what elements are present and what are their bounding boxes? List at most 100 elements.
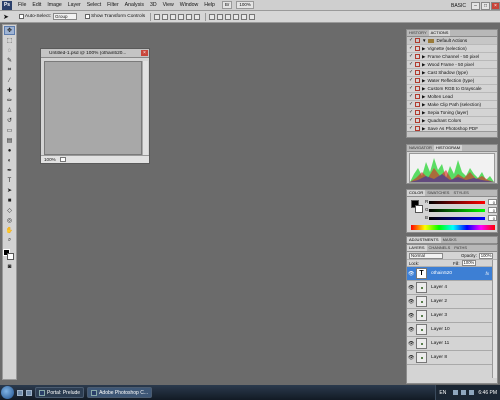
opacity-field[interactable]: 100%	[478, 252, 493, 259]
blue-value-field[interactable]: 0	[488, 215, 497, 221]
visibility-eye-icon[interactable]: 👁	[408, 313, 414, 319]
layer-row[interactable]: 👁 T othain520 fx	[407, 267, 497, 281]
history-brush-tool-icon[interactable]: ↺	[4, 116, 15, 125]
tab-masks[interactable]: MASKS	[441, 237, 459, 243]
menu-analysis[interactable]: Analysis	[122, 0, 147, 11]
expand-triangle-icon[interactable]: ▶	[422, 54, 425, 60]
layer-row[interactable]: 👁 Layer 3	[407, 309, 497, 323]
red-slider[interactable]	[429, 201, 485, 204]
tab-styles[interactable]: STYLES	[451, 190, 470, 196]
menu-image[interactable]: Image	[44, 0, 64, 11]
dialog-toggle-icon[interactable]	[415, 70, 420, 75]
action-row[interactable]: ✓ ▶ Frame Channel - 50 pixel	[407, 53, 497, 61]
expand-triangle-icon[interactable]: ▼	[422, 38, 426, 43]
menu-window[interactable]: Window	[177, 0, 201, 11]
distribute-center-icon[interactable]	[241, 13, 248, 20]
zoom-level-select[interactable]: 100%	[236, 1, 254, 9]
minimize-button[interactable]: –	[471, 1, 480, 10]
eraser-tool-icon[interactable]: ▭	[4, 126, 15, 135]
tab-swatches[interactable]: SWATCHES	[425, 190, 451, 196]
distribute-right-icon[interactable]	[249, 13, 256, 20]
background-color-swatch[interactable]	[7, 253, 14, 260]
auto-select-dropdown[interactable]: Group	[53, 13, 78, 20]
tab-paths[interactable]: PATHS	[452, 245, 469, 251]
red-value-field[interactable]: 0	[488, 199, 497, 205]
align-middle-icon[interactable]	[162, 13, 169, 20]
align-bottom-icon[interactable]	[170, 13, 177, 20]
dialog-toggle-icon[interactable]	[415, 54, 420, 59]
expand-triangle-icon[interactable]: ▶	[422, 70, 425, 76]
align-right-icon[interactable]	[194, 13, 201, 20]
align-top-icon[interactable]	[154, 13, 161, 20]
path-select-tool-icon[interactable]: ➤	[4, 186, 15, 195]
action-row[interactable]: ✓ ▶ Quadrant Colors	[407, 117, 497, 125]
visibility-eye-icon[interactable]: 👁	[408, 299, 414, 305]
menu-help[interactable]: Help	[201, 0, 218, 11]
quick-launch-icon[interactable]	[26, 389, 32, 396]
action-row[interactable]: ✓ ▶ Vignette (selection)	[407, 45, 497, 53]
marquee-tool-icon[interactable]: ⬚	[4, 36, 15, 45]
expand-triangle-icon[interactable]: ▶	[422, 102, 425, 108]
color-swatches[interactable]	[3, 249, 16, 261]
quick-launch-icon[interactable]	[17, 389, 23, 396]
shape-tool-icon[interactable]: ■	[4, 196, 15, 205]
align-left-icon[interactable]	[178, 13, 185, 20]
crop-tool-icon[interactable]: ⌗	[4, 66, 15, 75]
dialog-toggle-icon[interactable]	[415, 102, 420, 107]
move-tool-icon[interactable]: ➤	[3, 13, 9, 21]
clock[interactable]: 6:46 PM	[478, 390, 497, 396]
visibility-eye-icon[interactable]: 👁	[408, 327, 414, 333]
document-close-button[interactable]: ×	[141, 50, 148, 56]
action-row[interactable]: ✓ ▶ Sepia Toning (layer)	[407, 109, 497, 117]
action-row[interactable]: ✓ ▶ Water Reflection (type)	[407, 77, 497, 85]
type-tool-icon[interactable]: T	[4, 176, 15, 185]
network-icon[interactable]	[453, 390, 459, 395]
expand-triangle-icon[interactable]: ▶	[422, 86, 425, 92]
tray-icon[interactable]	[469, 390, 475, 395]
menu-select[interactable]: Select	[84, 0, 104, 11]
menu-filter[interactable]: Filter	[104, 0, 122, 11]
zoom-tool-icon[interactable]: ⌕	[4, 236, 15, 245]
distribute-middle-icon[interactable]	[217, 13, 224, 20]
checkmark-icon[interactable]: ✓	[409, 102, 414, 107]
dialog-toggle-icon[interactable]	[415, 38, 420, 43]
layer-effects-icon[interactable]: fx	[485, 271, 489, 276]
auto-select-checkbox[interactable]	[18, 14, 24, 19]
menu-view[interactable]: View	[160, 0, 177, 11]
background-color-swatch[interactable]	[415, 205, 423, 213]
blend-mode-dropdown[interactable]: Normal	[409, 252, 443, 259]
document-zoom[interactable]: 100%	[44, 157, 60, 162]
dodge-tool-icon[interactable]: ◐	[4, 156, 15, 165]
tab-actions[interactable]: ACTIONS	[428, 30, 451, 36]
expand-triangle-icon[interactable]: ▶	[422, 62, 425, 68]
dialog-toggle-icon[interactable]	[415, 94, 420, 99]
action-row[interactable]: ✓ ▶ Cast Shadow (type)	[407, 69, 497, 77]
healing-brush-tool-icon[interactable]: ✚	[4, 86, 15, 95]
tab-adjustments[interactable]: ADJUSTMENTS	[407, 237, 441, 243]
dialog-toggle-icon[interactable]	[415, 62, 420, 67]
checkmark-icon[interactable]: ✓	[409, 78, 414, 83]
start-button[interactable]	[1, 386, 14, 399]
layer-row[interactable]: 👁 Layer 11	[407, 337, 497, 351]
3d-orbit-tool-icon[interactable]: ◎	[4, 216, 15, 225]
taskbar-item-portal[interactable]: Portal: Prelude	[35, 387, 85, 398]
checkmark-icon[interactable]: ✓	[409, 38, 414, 43]
move-tool-icon[interactable]: ✥	[4, 26, 15, 35]
tab-channels[interactable]: CHANNELS	[427, 245, 453, 251]
document-vertical-scrollbar[interactable]	[142, 61, 148, 155]
expand-triangle-icon[interactable]: ▶	[422, 118, 425, 124]
visibility-eye-icon[interactable]: 👁	[408, 355, 414, 361]
checkmark-icon[interactable]: ✓	[409, 94, 414, 99]
lasso-tool-icon[interactable]: ◌	[4, 46, 15, 55]
visibility-eye-icon[interactable]: 👁	[408, 341, 414, 347]
expand-triangle-icon[interactable]: ▶	[422, 110, 425, 116]
layer-row[interactable]: 👁 Layer 4	[407, 281, 497, 295]
distribute-top-icon[interactable]	[209, 13, 216, 20]
status-menu-icon[interactable]	[60, 157, 66, 162]
quick-mask-icon[interactable]: ◙	[4, 262, 15, 271]
dialog-toggle-icon[interactable]	[415, 78, 420, 83]
show-transform-checkbox[interactable]	[85, 14, 91, 19]
green-value-field[interactable]: 0	[488, 207, 497, 213]
checkmark-icon[interactable]: ✓	[409, 118, 414, 123]
quick-select-tool-icon[interactable]: ✎	[4, 56, 15, 65]
